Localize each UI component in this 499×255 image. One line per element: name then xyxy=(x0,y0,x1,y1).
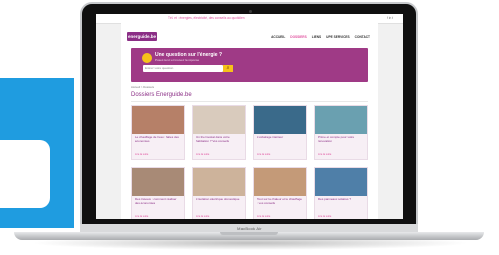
dossier-title[interactable]: Des panneaux solaires ? xyxy=(318,197,364,202)
top-notice: Tél. et : énergies, électricité, des con… xyxy=(168,16,245,20)
nav-item-dossiers[interactable]: DOSSIERS xyxy=(290,35,306,39)
read-more-link[interactable]: Lire la suite xyxy=(257,215,270,218)
decorative-white-cutout xyxy=(0,140,50,208)
nav-item-services[interactable]: UPE SERVICES xyxy=(326,35,350,39)
main-nav: ACCUEIL DOSSIERS LIENS UPE SERVICES CONT… xyxy=(271,35,370,39)
dossier-title[interactable]: Des travaux : comment réaliser des écono… xyxy=(135,197,181,205)
laptop-screen: Tél. et : énergies, électricité, des con… xyxy=(96,14,403,219)
social-icons[interactable]: f in t xyxy=(387,16,393,20)
breadcrumb[interactable]: Accueil > Dossiers xyxy=(131,85,154,89)
banner-subtitle: Posez-la ici et trouvez la réponse xyxy=(155,58,200,62)
nav-item-contact[interactable]: CONTACT xyxy=(355,35,370,39)
read-more-link[interactable]: Lire la suite xyxy=(196,215,209,218)
magnifier-icon: ⌕ xyxy=(226,65,230,71)
dossier-image xyxy=(132,106,184,134)
dossier-title[interactable]: L'isolation électrique domestique xyxy=(196,197,242,202)
website: energuide.be ACCUEIL DOSSIERS LIENS UPE … xyxy=(121,23,378,219)
nav-item-liens[interactable]: LIENS xyxy=(312,35,321,39)
read-more-link[interactable]: Lire la suite xyxy=(135,153,148,156)
dossier-card[interactable]: L'isolation électrique domestique Lire l… xyxy=(192,167,246,219)
read-more-link[interactable]: Lire la suite xyxy=(257,153,270,156)
dossier-image xyxy=(254,168,306,196)
dossier-card[interactable]: L'éclairage intérieur Lire la suite xyxy=(253,105,307,160)
dossier-grid: Le chauffage de l'eau : faites des écono… xyxy=(131,105,368,219)
dossier-card[interactable]: Des panneaux solaires ? Lire la suite xyxy=(314,167,368,219)
dossier-card[interactable]: Tout sur la chaleur et le chauffage : vo… xyxy=(253,167,307,219)
dossier-image xyxy=(193,168,245,196)
camera-icon xyxy=(249,10,252,13)
dossier-image xyxy=(132,168,184,196)
dossier-title[interactable]: Tout sur la chaleur et le chauffage : vo… xyxy=(257,197,303,205)
dossier-card[interactable]: Un thermostat dans votre habitation ? Vo… xyxy=(192,105,246,160)
read-more-link[interactable]: Lire la suite xyxy=(135,215,148,218)
dossier-card[interactable]: Prime et compte pour votre rénovation Li… xyxy=(314,105,368,160)
laptop-notch xyxy=(220,232,278,235)
nav-item-accueil[interactable]: ACCUEIL xyxy=(271,35,285,39)
dossier-card[interactable]: Le chauffage de l'eau : faites des écono… xyxy=(131,105,185,160)
dossier-image xyxy=(315,168,367,196)
laptop-brand-label: MacBook Air xyxy=(237,226,262,231)
site-header: energuide.be ACCUEIL DOSSIERS LIENS UPE … xyxy=(121,23,378,48)
divider xyxy=(131,101,368,102)
lightbulb-icon xyxy=(142,53,152,63)
dossier-card[interactable]: Des travaux : comment réaliser des écono… xyxy=(131,167,185,219)
dossier-title[interactable]: Le chauffage de l'eau : faites des écono… xyxy=(135,135,181,143)
dossier-image xyxy=(254,106,306,134)
read-more-link[interactable]: Lire la suite xyxy=(196,153,209,156)
dossier-image xyxy=(315,106,367,134)
read-more-link[interactable]: Lire la suite xyxy=(318,153,331,156)
site-logo[interactable]: energuide.be xyxy=(127,32,157,41)
dossier-title[interactable]: L'éclairage intérieur xyxy=(257,135,303,140)
dossier-title[interactable]: Prime et compte pour votre rénovation xyxy=(318,135,364,143)
dossier-image xyxy=(193,106,245,134)
dossier-title[interactable]: Un thermostat dans votre habitation ? Vo… xyxy=(196,135,242,143)
search-button[interactable]: ⌕ xyxy=(223,65,233,72)
read-more-link[interactable]: Lire la suite xyxy=(318,215,331,218)
question-banner: Une question sur l'énergie ? Posez-la ic… xyxy=(131,48,368,82)
question-search-input[interactable]: Entrez votre question xyxy=(143,65,223,72)
page-title: Dossiers Energuide.be xyxy=(131,92,192,98)
